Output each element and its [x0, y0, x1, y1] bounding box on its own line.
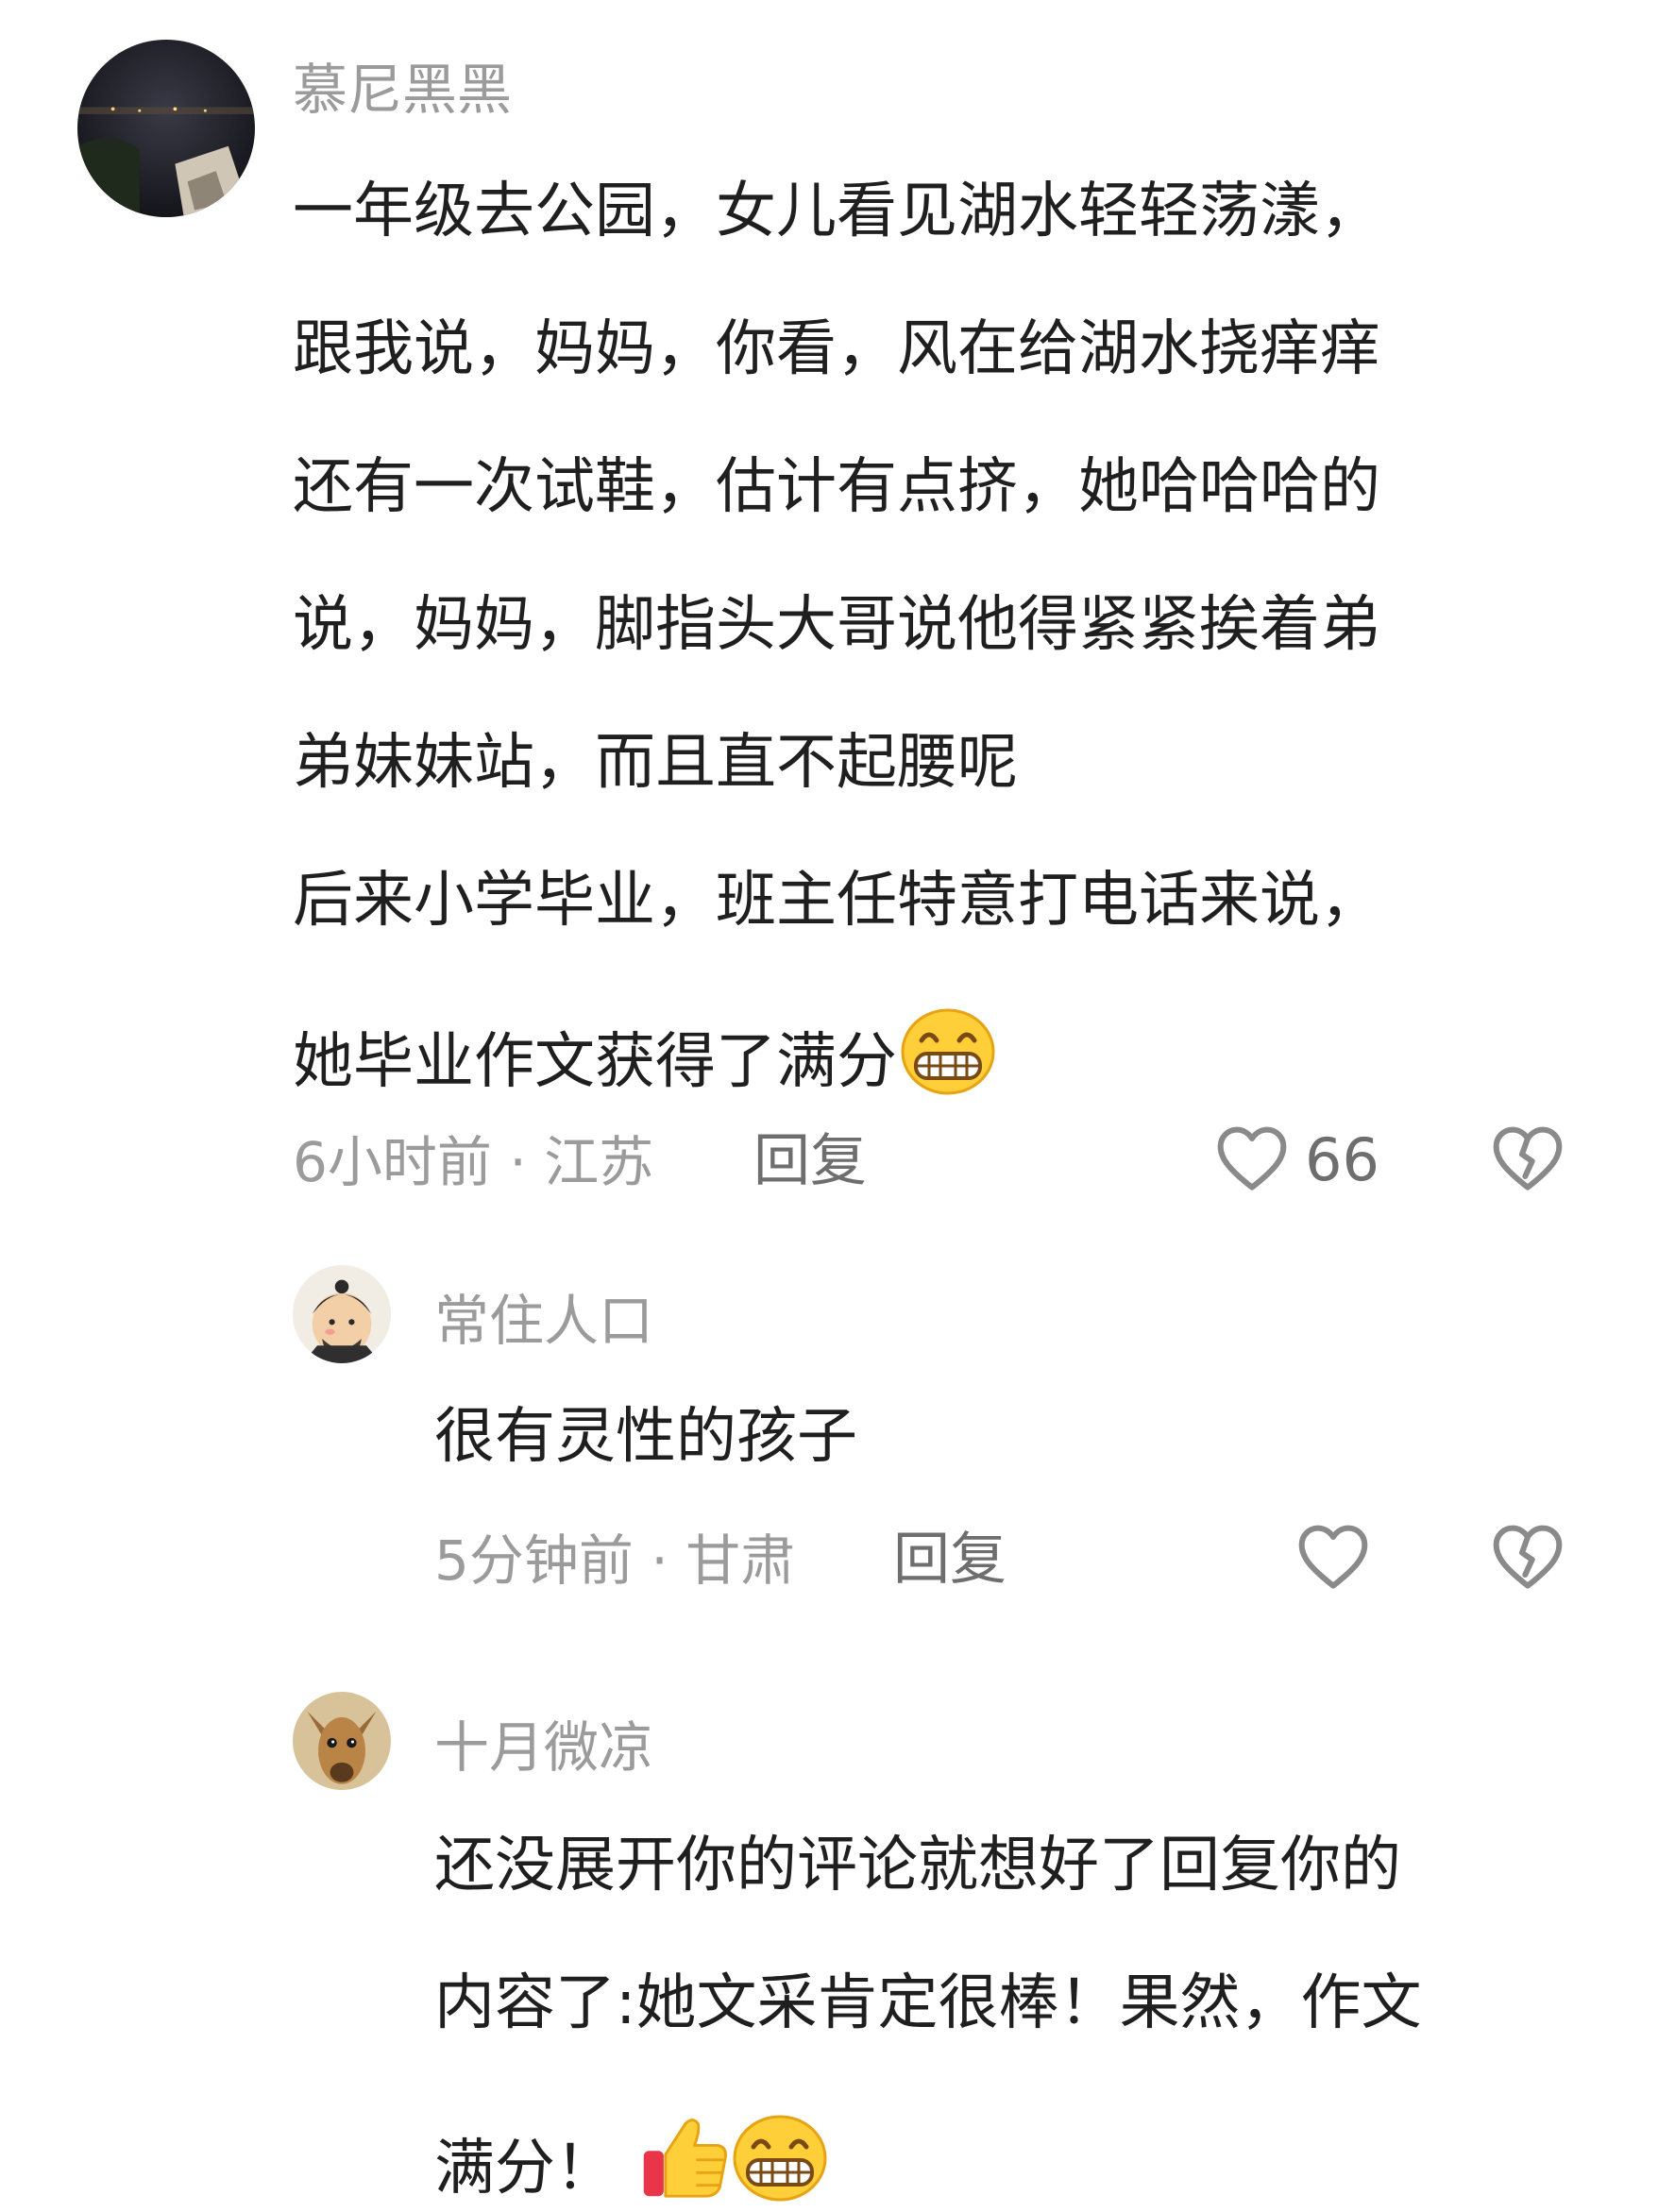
dislike-button[interactable]	[1490, 1520, 1565, 1592]
comment-text-line: 说，妈妈，脚指头大哥说他得紧紧挨着弟	[293, 590, 1380, 660]
comment-username[interactable]: 常住人口	[434, 1293, 653, 1348]
comment-text-line: 她毕业作文获得了满分	[293, 1008, 995, 1106]
heart-icon	[1298, 1525, 1368, 1589]
broken-heart-icon	[1493, 1126, 1563, 1190]
avatar[interactable]	[77, 40, 255, 217]
comment-text-line: 弟妹妹站，而且直不起腰呢	[293, 728, 1018, 798]
comment-username[interactable]: 十月微凉	[434, 1720, 653, 1775]
comment-text-segment: 满分！	[434, 2134, 616, 2204]
comment-text-line: 后来小学毕业，班主任特意打电话来说，	[293, 866, 1380, 936]
deer-avatar-image	[293, 1692, 391, 1790]
like-count: 66	[1305, 1125, 1379, 1194]
reply-button[interactable]: 回复	[893, 1531, 1007, 1588]
comment-text-line: 还没展开你的评论就想好了回复你的	[434, 1831, 1401, 1900]
comment-text-line: 满分！	[434, 2111, 827, 2212]
like-button[interactable]	[1214, 1122, 1290, 1193]
comment-meta: 6小时前 · 江苏	[293, 1130, 654, 1194]
comment-text-line: 一年级去公园，女儿看见湖水轻轻荡漾，	[293, 177, 1380, 246]
comment-text-segment: 她毕业作文获得了满分	[293, 1027, 897, 1097]
like-button[interactable]	[1295, 1520, 1371, 1592]
comment-meta: 5分钟前 · 甘肃	[434, 1528, 796, 1593]
grin-emoji-icon	[901, 1008, 995, 1106]
night-city-avatar-image	[77, 40, 255, 217]
comment-username[interactable]: 慕尼黑黑	[293, 62, 512, 117]
comment-text-line: 很有灵性的孩子	[434, 1402, 857, 1472]
comment-text-line: 跟我说，妈妈，你看，风在给湖水挠痒痒	[293, 314, 1380, 384]
heart-icon	[1217, 1126, 1287, 1190]
broken-heart-icon	[1493, 1525, 1563, 1589]
reply-button[interactable]: 回复	[753, 1133, 867, 1190]
thumbs-up-emoji-icon	[638, 2111, 729, 2212]
grin-emoji-icon	[733, 2115, 827, 2212]
cartoon-man-avatar-image	[293, 1265, 391, 1363]
avatar[interactable]	[293, 1265, 391, 1363]
comment-text-line: 还有一次试鞋，估计有点挤，她哈哈哈的	[293, 452, 1380, 522]
dislike-button[interactable]	[1490, 1122, 1565, 1193]
avatar[interactable]	[293, 1692, 391, 1790]
comment-text-line: 内容了:她文采肯定很棒！果然，作文	[434, 1968, 1422, 2038]
